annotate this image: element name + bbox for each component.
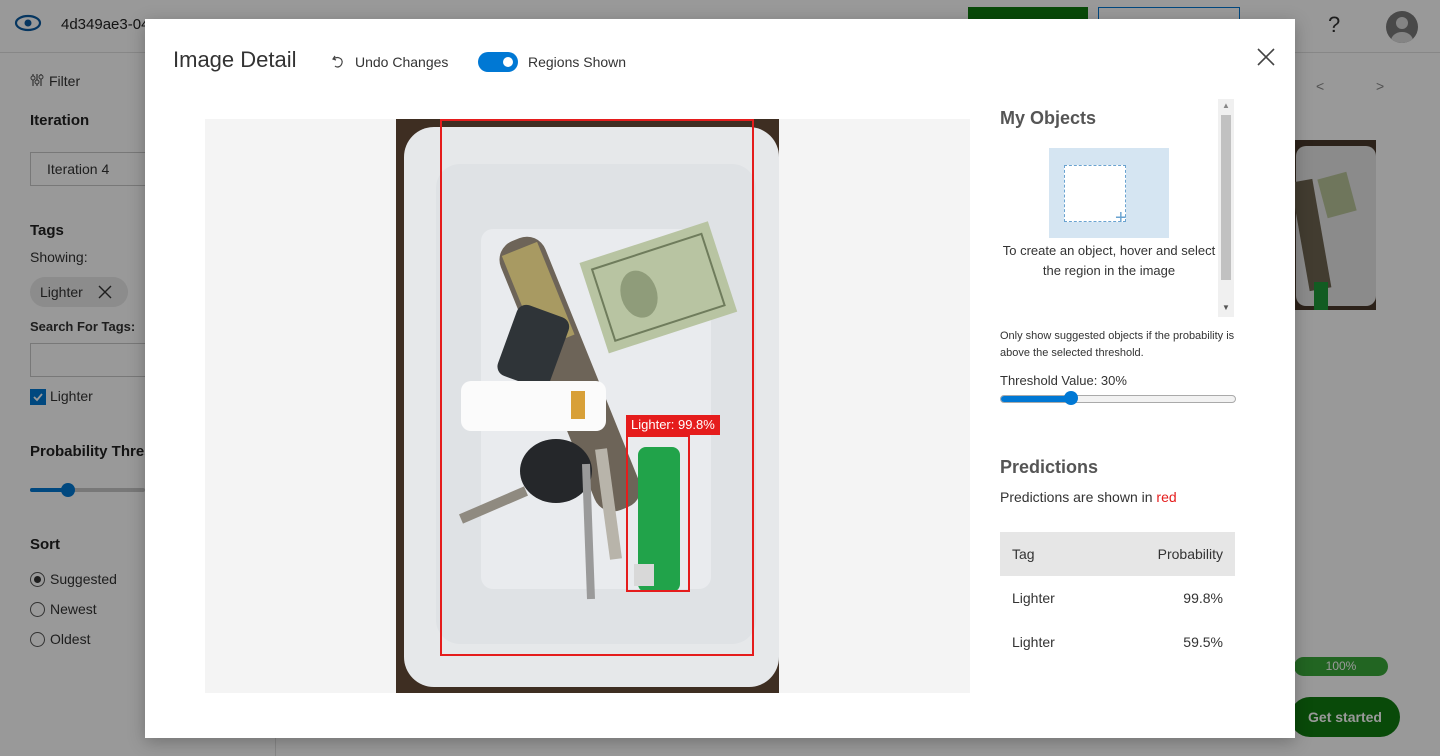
table-row[interactable]: Lighter 59.5%: [1000, 620, 1235, 664]
threshold-note: Only show suggested objects if the proba…: [1000, 330, 1235, 359]
create-object-hint: To create an object, hover and select th…: [1002, 243, 1216, 278]
region-box[interactable]: [440, 119, 754, 656]
objects-scrollbar[interactable]: ▲ ▼: [1218, 99, 1234, 317]
predictions-note: Predictions are shown in red: [1000, 489, 1177, 505]
undo-changes-button[interactable]: Undo Changes: [331, 52, 448, 72]
column-header-tag: Tag: [1012, 546, 1035, 562]
scroll-thumb[interactable]: [1221, 115, 1231, 280]
prediction-tag: Lighter: [1012, 634, 1055, 650]
predictions-note-color: red: [1156, 489, 1177, 505]
scroll-up-arrow[interactable]: ▲: [1222, 101, 1230, 110]
dialog-title: Image Detail: [173, 47, 297, 72]
column-header-probability: Probability: [1157, 546, 1223, 562]
regions-shown-label: Regions Shown: [528, 54, 627, 70]
my-objects-heading: My Objects: [1000, 108, 1097, 128]
close-icon[interactable]: [1255, 46, 1277, 68]
image-detail-dialog: Image Detail Undo Changes Regions Shown: [145, 19, 1295, 738]
region-label: Lighter: 99.8%: [626, 415, 720, 435]
scroll-down-arrow[interactable]: ▼: [1222, 303, 1230, 312]
prediction-probability: 59.5%: [1183, 634, 1223, 650]
table-row[interactable]: Lighter 99.8%: [1000, 576, 1235, 620]
table-header: Tag Probability: [1000, 532, 1235, 576]
prediction-probability: 99.8%: [1183, 590, 1223, 606]
threshold-fill: [1001, 396, 1072, 402]
threshold-knob[interactable]: [1064, 391, 1079, 405]
undo-label: Undo Changes: [355, 54, 449, 70]
threshold-slider[interactable]: [1000, 391, 1236, 405]
predictions-note-text: Predictions are shown in: [1000, 489, 1157, 505]
threshold-label: Threshold Value: 30%: [1000, 373, 1127, 388]
plus-icon: +: [1115, 207, 1127, 229]
region-box[interactable]: Lighter: 99.8%: [626, 415, 720, 592]
regions-shown-toggle[interactable]: [478, 52, 518, 72]
undo-icon: [332, 55, 343, 68]
predictions-heading: Predictions: [1000, 457, 1099, 477]
prediction-tag: Lighter: [1012, 590, 1055, 606]
image-canvas[interactable]: Lighter: 99.8%: [205, 119, 970, 693]
create-object-tile[interactable]: +: [1049, 148, 1169, 238]
predictions-table: Tag Probability Lighter 99.8% Lighter 59…: [1000, 532, 1235, 664]
